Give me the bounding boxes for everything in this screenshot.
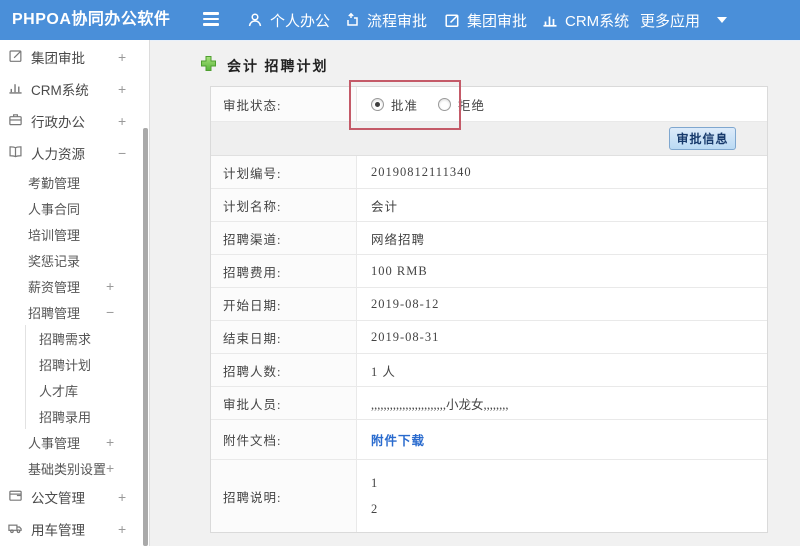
expand-icon[interactable]: + [118, 81, 126, 97]
caret-down-icon [717, 17, 728, 23]
sidebar-item-salary[interactable]: 薪资管理 + [0, 273, 149, 299]
expand-icon[interactable]: + [118, 113, 126, 129]
expand-icon[interactable]: + [118, 49, 126, 65]
nav-item-crm[interactable]: CRM系统 [542, 0, 629, 40]
field-value: 网络招聘 [371, 232, 426, 247]
book-icon [8, 144, 23, 162]
table-row-description: 招聘说明: 1 2 [211, 460, 767, 532]
expand-icon[interactable]: + [118, 489, 126, 505]
add-icon [200, 55, 217, 77]
field-label: 附件文档: [211, 420, 357, 459]
nav-item-group-approval[interactable]: 集团审批 [444, 0, 527, 40]
field-label: 审批状态: [211, 87, 357, 121]
sidebar-item-base-category[interactable]: 基础类别设置 + [0, 455, 149, 481]
expand-icon[interactable]: + [106, 460, 114, 476]
table-row-end-date: 结束日期: 2019-08-31 [211, 321, 767, 354]
table-row-start-date: 开始日期: 2019-08-12 [211, 288, 767, 321]
field-label: 招聘人数: [211, 354, 357, 386]
bar-chart-icon [8, 80, 23, 98]
approval-info-button[interactable]: 审批信息 [669, 127, 736, 150]
toolbar-row: 审批信息 [211, 122, 767, 156]
field-label: 招聘费用: [211, 255, 357, 287]
sidebar: 集团审批 + CRM系统 + 行政办公 + 人力资源 − 考勤管理 人事合同 培… [0, 40, 150, 546]
description-line: 2 [371, 502, 379, 516]
sidebar-item-rewards[interactable]: 奖惩记录 [0, 247, 149, 273]
field-value: 20190812111340 [371, 164, 472, 179]
car-icon [8, 520, 23, 538]
sidebar-item-group-approval[interactable]: 集团审批 + [0, 41, 149, 73]
sidebar-item-personnel[interactable]: 人事管理 + [0, 429, 149, 455]
field-value: 100 RMB [371, 263, 428, 278]
table-row-plan-number: 计划编号: 20190812111340 [211, 156, 767, 189]
expand-icon[interactable]: + [106, 278, 114, 294]
expand-icon[interactable]: + [106, 434, 114, 450]
sidebar-item-admin-office[interactable]: 行政办公 + [0, 105, 149, 137]
bar-chart-icon [542, 12, 558, 28]
page-title: 会计 招聘计划 [227, 60, 329, 75]
description-line: 1 [371, 476, 379, 490]
sidebar-item-recruit-hire[interactable]: 招聘录用 [25, 403, 149, 429]
field-label: 开始日期: [211, 288, 357, 320]
sidebar-item-recruitment[interactable]: 招聘管理 − [0, 299, 149, 325]
reject-radio-label[interactable]: 拒绝 [458, 95, 485, 114]
table-row-recruit-channel: 招聘渠道: 网络招聘 [211, 222, 767, 255]
recruit-plan-detail-panel: 审批状态: 批准 拒绝 审批信息 计划编号: 20190812111340 计划… [210, 86, 768, 533]
sidebar-item-training[interactable]: 培训管理 [0, 221, 149, 247]
nav-item-more-apps[interactable]: 更多应用 [640, 0, 728, 40]
document-icon [8, 488, 23, 506]
field-value: 2019-08-31 [371, 329, 440, 344]
sidebar-scrollbar[interactable] [143, 128, 148, 546]
sidebar-item-attendance[interactable]: 考勤管理 [0, 169, 149, 195]
table-row-approvers: 审批人员: ,,,,,,,,,,,,,,,,,,,,,,,,小龙女,,,,,,,… [211, 387, 767, 420]
field-label: 计划编号: [211, 156, 357, 188]
sidebar-item-human-resources[interactable]: 人力资源 − [0, 137, 149, 169]
process-icon [344, 12, 360, 28]
top-navbar: PHPOA协同办公软件 个人办公 流程审批 集团审批 CRM系统 更多应用 [0, 0, 800, 40]
field-value: 2019-08-12 [371, 296, 440, 311]
briefcase-icon [8, 112, 23, 130]
table-row-plan-name: 计划名称: 会计 [211, 189, 767, 222]
field-label: 审批人员: [211, 387, 357, 419]
collapse-icon[interactable]: − [106, 304, 114, 320]
field-label: 招聘说明: [211, 460, 357, 532]
table-row-headcount: 招聘人数: 1 人 [211, 354, 767, 387]
field-label: 计划名称: [211, 189, 357, 221]
collapse-icon[interactable]: − [118, 145, 126, 161]
main-content: 会计 招聘计划 审批状态: 批准 拒绝 审批信息 计划编号: 201908121… [150, 40, 800, 546]
app-logo: PHPOA协同办公软件 [12, 11, 171, 28]
page-header: 会计 招聘计划 [200, 55, 329, 77]
edit-square-icon [444, 12, 460, 28]
expand-icon[interactable]: + [118, 521, 126, 537]
approve-radio[interactable] [371, 97, 384, 111]
sidebar-item-talent-pool[interactable]: 人才库 [25, 377, 149, 403]
sidebar-item-hr-contract[interactable]: 人事合同 [0, 195, 149, 221]
edit-square-icon [8, 48, 23, 66]
sidebar-item-crm[interactable]: CRM系统 + [0, 73, 149, 105]
approve-radio-label[interactable]: 批准 [391, 95, 418, 114]
field-label: 招聘渠道: [211, 222, 357, 254]
sidebar-item-recruit-plan[interactable]: 招聘计划 [25, 351, 149, 377]
field-value: 会计 [371, 199, 399, 214]
approval-status-row: 审批状态: 批准 拒绝 [211, 87, 767, 122]
table-row-attachment: 附件文档: 附件下载 [211, 420, 767, 460]
sidebar-item-documents[interactable]: 公文管理 + [0, 481, 149, 513]
field-value: 1 人 [371, 364, 396, 379]
attachment-download-link[interactable]: 附件下载 [371, 430, 425, 449]
nav-item-process-approval[interactable]: 流程审批 [344, 0, 427, 40]
table-row-recruit-cost: 招聘费用: 100 RMB [211, 255, 767, 288]
field-label: 结束日期: [211, 321, 357, 353]
sidebar-item-recruit-demand[interactable]: 招聘需求 [25, 325, 149, 351]
user-icon [247, 12, 263, 28]
nav-item-personal-office[interactable]: 个人办公 [247, 0, 330, 40]
reject-radio[interactable] [438, 97, 452, 111]
field-value: ,,,,,,,,,,,,,,,,,,,,,,,,小龙女,,,,,,,, [371, 397, 509, 412]
sidebar-item-vehicles[interactable]: 用车管理 + [0, 513, 149, 545]
menu-toggle-icon[interactable] [200, 9, 222, 31]
